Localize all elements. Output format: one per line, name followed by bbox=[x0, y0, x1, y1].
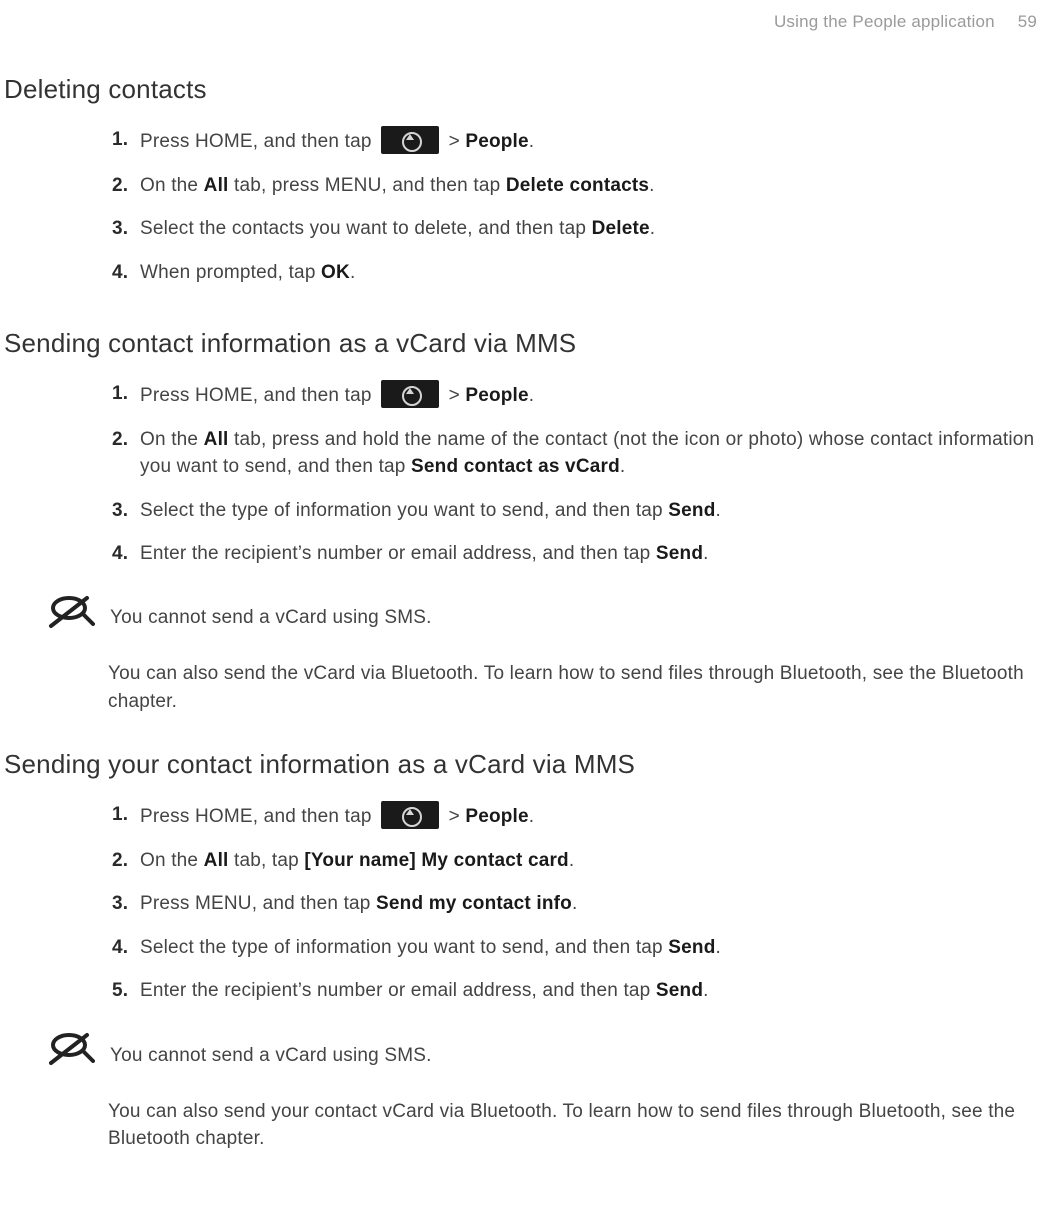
step-2: 2. On the All tab, tap [Your name] My co… bbox=[112, 839, 1051, 883]
running-header: Using the People application 59 bbox=[4, 10, 1037, 35]
magnifier-crossed-icon bbox=[45, 1031, 95, 1071]
all-apps-icon bbox=[381, 801, 439, 829]
note-restriction-1: You cannot send a vCard using SMS. bbox=[42, 594, 1051, 643]
bluetooth-followup-1: You can also send the vCard via Bluetoot… bbox=[108, 660, 1043, 715]
note-text: You cannot send a vCard using SMS. bbox=[110, 604, 432, 632]
magnifier-crossed-icon bbox=[45, 594, 95, 634]
step-2: 2. On the All tab, press MENU, and then … bbox=[112, 164, 1051, 208]
heading-sending-your-contact: Sending your contact information as a vC… bbox=[4, 746, 1051, 784]
heading-deleting-contacts: Deleting contacts bbox=[4, 71, 1051, 109]
page: Using the People application 59 Deleting… bbox=[0, 0, 1061, 1207]
steps-deleting-contacts: 1. Press HOME, and then tap > People. 2.… bbox=[4, 118, 1051, 294]
step-3: 3. Press MENU, and then tap Send my cont… bbox=[112, 882, 1051, 926]
step-4: 4. Select the type of information you wa… bbox=[112, 926, 1051, 970]
chapter-title: Using the People application bbox=[774, 12, 995, 31]
step-1: 1. Press HOME, and then tap > People. bbox=[112, 793, 1051, 839]
step-5: 5. Enter the recipient’s number or email… bbox=[112, 969, 1051, 1013]
heading-sending-contact-vcard: Sending contact information as a vCard v… bbox=[4, 325, 1051, 363]
steps-sending-your-contact: 1. Press HOME, and then tap > People. 2.… bbox=[4, 793, 1051, 1013]
step-1: 1. Press HOME, and then tap > People. bbox=[112, 372, 1051, 418]
steps-sending-contact: 1. Press HOME, and then tap > People. 2.… bbox=[4, 372, 1051, 576]
all-apps-icon bbox=[381, 380, 439, 408]
page-number: 59 bbox=[1018, 12, 1037, 31]
step-1: 1. Press HOME, and then tap > People. bbox=[112, 118, 1051, 164]
note-text: You cannot send a vCard using SMS. bbox=[110, 1042, 432, 1070]
step-2: 2. On the All tab, press and hold the na… bbox=[112, 418, 1051, 489]
step-4: 4. When prompted, tap OK. bbox=[112, 251, 1051, 295]
step-3: 3. Select the contacts you want to delet… bbox=[112, 207, 1051, 251]
bluetooth-followup-2: You can also send your contact vCard via… bbox=[108, 1098, 1043, 1153]
step-4: 4. Enter the recipient’s number or email… bbox=[112, 532, 1051, 576]
all-apps-icon bbox=[381, 126, 439, 154]
step-3: 3. Select the type of information you wa… bbox=[112, 489, 1051, 533]
note-restriction-2: You cannot send a vCard using SMS. bbox=[42, 1031, 1051, 1080]
